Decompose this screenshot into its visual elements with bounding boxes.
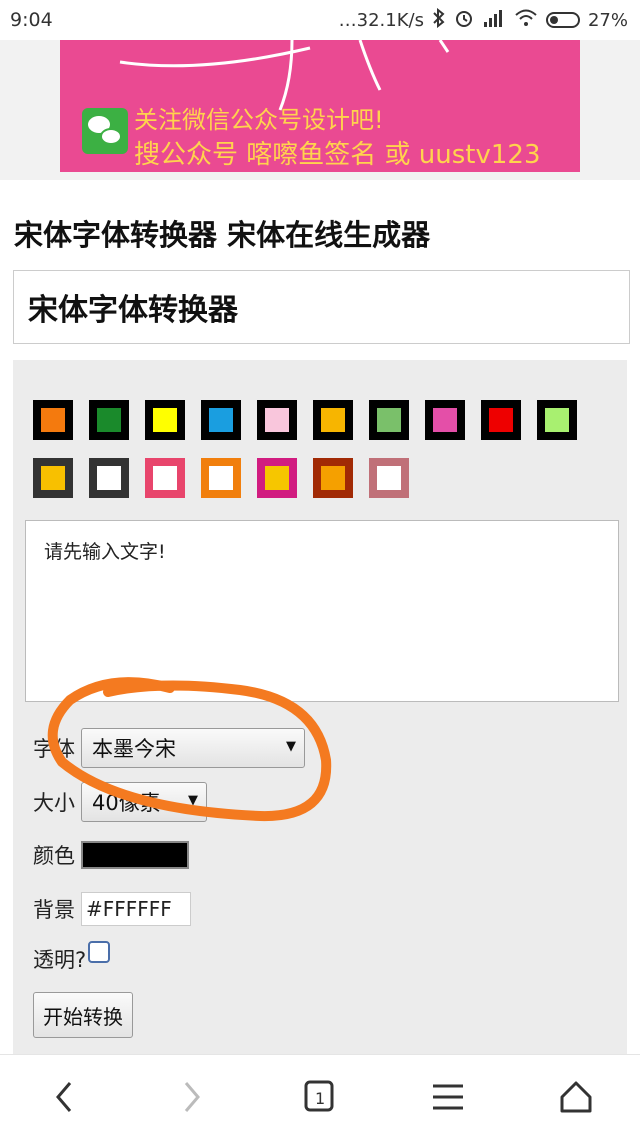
color-swatch-fill bbox=[265, 466, 289, 490]
color-swatch[interactable] bbox=[257, 458, 297, 498]
dropdown-arrow-icon: ▼ bbox=[188, 793, 198, 808]
converter-panel: 请先输入文字! 字体 本墨今宋 ▼ 大小 40像素 ▼ 颜色 背景 #FFFFF… bbox=[13, 360, 627, 1054]
status-time: 9:04 bbox=[10, 9, 53, 31]
color-swatch[interactable] bbox=[313, 400, 353, 440]
color-swatch-fill bbox=[41, 408, 65, 432]
color-swatch[interactable] bbox=[201, 458, 241, 498]
battery-icon bbox=[545, 12, 580, 28]
background-label: 背景 bbox=[33, 898, 75, 922]
home-icon bbox=[560, 1081, 592, 1112]
color-swatch[interactable] bbox=[33, 400, 73, 440]
forward-button[interactable] bbox=[162, 1067, 222, 1127]
menu-icon bbox=[433, 1084, 463, 1109]
subtitle-box: 宋体字体转换器 bbox=[13, 270, 630, 344]
alarm-icon bbox=[454, 8, 474, 33]
back-button[interactable] bbox=[34, 1067, 94, 1127]
color-swatch-fill bbox=[209, 408, 233, 432]
color-swatch-fill bbox=[209, 466, 233, 490]
color-swatch[interactable] bbox=[145, 400, 185, 440]
color-swatch[interactable] bbox=[369, 458, 409, 498]
color-swatch[interactable] bbox=[201, 400, 241, 440]
color-swatch[interactable] bbox=[257, 400, 297, 440]
color-swatch-fill bbox=[377, 408, 401, 432]
banner-area: 关注微信公众号设计吧! 搜公众号 喀嚓鱼签名 或 uustv123 bbox=[0, 40, 640, 180]
color-swatch-fill bbox=[433, 408, 457, 432]
color-swatch-fill bbox=[97, 466, 121, 490]
background-input-value: #FFFFFF bbox=[86, 897, 172, 921]
color-swatch[interactable] bbox=[89, 458, 129, 498]
color-picker[interactable] bbox=[81, 841, 189, 869]
tabs-button[interactable]: 1 bbox=[290, 1067, 350, 1127]
status-bar: 9:04 …32.1K/s 27% bbox=[0, 0, 640, 40]
color-swatch-fill bbox=[545, 408, 569, 432]
ad-banner[interactable]: 关注微信公众号设计吧! 搜公众号 喀嚓鱼签名 或 uustv123 bbox=[60, 40, 580, 172]
status-icons: …32.1K/s 27% bbox=[338, 7, 628, 33]
color-swatch[interactable] bbox=[145, 458, 185, 498]
color-swatch[interactable] bbox=[89, 400, 129, 440]
battery-percent: 27% bbox=[587, 9, 628, 31]
home-button[interactable] bbox=[546, 1067, 606, 1127]
text-input-area[interactable]: 请先输入文字! bbox=[25, 520, 619, 702]
banner-line-1: 关注微信公众号设计吧! bbox=[134, 106, 384, 134]
font-select-value: 本墨今宋 bbox=[92, 737, 176, 761]
bottom-navigation: 1 bbox=[0, 1054, 640, 1138]
svg-text:1: 1 bbox=[315, 1089, 325, 1108]
transparent-checkbox[interactable] bbox=[88, 941, 111, 963]
wifi-icon bbox=[514, 8, 538, 33]
bluetooth-icon bbox=[432, 7, 446, 33]
color-palette bbox=[33, 400, 593, 498]
chevron-left-icon bbox=[56, 1081, 72, 1112]
color-swatch-fill bbox=[321, 466, 345, 490]
size-select[interactable]: 40像素 ▼ bbox=[81, 782, 207, 822]
background-input[interactable]: #FFFFFF bbox=[81, 892, 191, 926]
background-row: 背景 #FFFFFF bbox=[33, 892, 191, 926]
color-swatch[interactable] bbox=[425, 400, 465, 440]
transparent-row: 透明? bbox=[33, 941, 111, 974]
page-title: 宋体字体转换器 宋体在线生成器 bbox=[14, 218, 431, 252]
color-swatch-fill bbox=[97, 408, 121, 432]
color-swatch[interactable] bbox=[481, 400, 521, 440]
color-label: 颜色 bbox=[33, 844, 75, 868]
color-swatch-fill bbox=[321, 408, 345, 432]
chevron-right-icon bbox=[184, 1081, 200, 1112]
network-speed: …32.1K/s bbox=[338, 9, 424, 31]
color-swatch[interactable] bbox=[33, 458, 73, 498]
tabs-icon: 1 bbox=[304, 1080, 334, 1111]
size-label: 大小 bbox=[33, 791, 75, 815]
menu-button[interactable] bbox=[418, 1067, 478, 1127]
signal-icon bbox=[482, 8, 506, 33]
color-swatch-fill bbox=[153, 408, 177, 432]
main-content: 宋体字体转换器 宋体在线生成器 宋体字体转换器 请先输入文字! 字体 本墨今宋 … bbox=[6, 190, 634, 1054]
wechat-icon bbox=[82, 108, 128, 154]
subtitle: 宋体字体转换器 bbox=[28, 293, 238, 328]
color-swatch[interactable] bbox=[537, 400, 577, 440]
color-swatch-fill bbox=[489, 408, 513, 432]
size-row: 大小 40像素 ▼ bbox=[33, 782, 207, 822]
transparent-label: 透明? bbox=[33, 948, 87, 972]
font-select[interactable]: 本墨今宋 ▼ bbox=[81, 728, 305, 768]
color-row: 颜色 bbox=[33, 840, 189, 870]
color-swatch-fill bbox=[377, 466, 401, 490]
color-swatch-fill bbox=[265, 408, 289, 432]
banner-line-2: 搜公众号 喀嚓鱼签名 或 uustv123 bbox=[134, 140, 541, 170]
font-row: 字体 本墨今宋 ▼ bbox=[33, 728, 305, 768]
dropdown-arrow-icon: ▼ bbox=[286, 739, 296, 754]
text-input-value: 请先输入文字! bbox=[44, 541, 166, 563]
color-swatch[interactable] bbox=[369, 400, 409, 440]
color-swatch-fill bbox=[41, 466, 65, 490]
convert-button[interactable]: 开始转换 bbox=[33, 992, 133, 1038]
size-select-value: 40像素 bbox=[92, 791, 161, 815]
color-swatch-fill bbox=[153, 466, 177, 490]
color-swatch[interactable] bbox=[313, 458, 353, 498]
font-label: 字体 bbox=[33, 737, 75, 761]
